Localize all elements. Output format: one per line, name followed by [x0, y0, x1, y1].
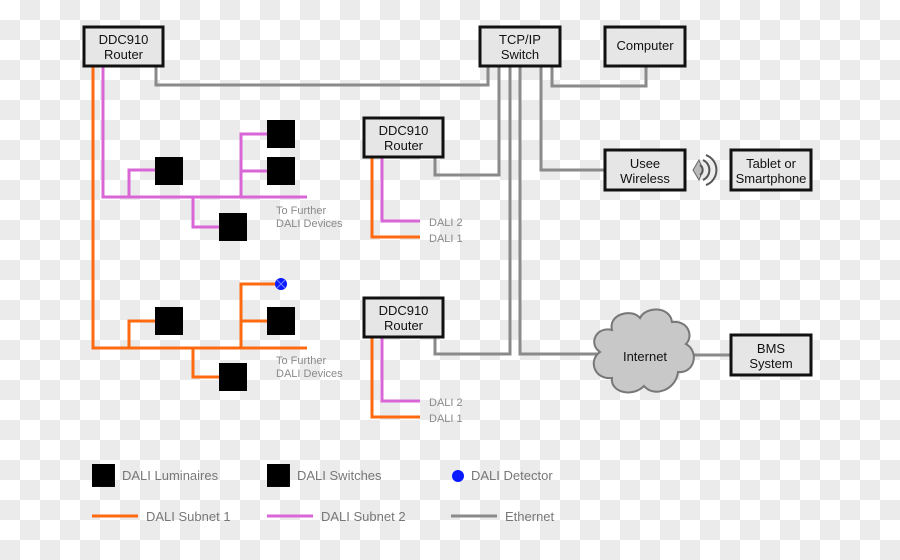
dali-network-diagram: DDC910 Router TCP/IP Switch Computer DDC… [82, 25, 813, 524]
svg-text:Smartphone: Smartphone [736, 171, 807, 186]
router2-box[interactable]: DDC910 Router [362, 116, 445, 159]
eth-router1-switch [154, 66, 490, 87]
tablet-smartphone-box[interactable]: Tablet or Smartphone [729, 148, 813, 192]
svg-text:Router: Router [104, 47, 144, 62]
svg-text:DALI Switches: DALI Switches [297, 468, 382, 483]
svg-text:Ethernet: Ethernet [505, 509, 555, 524]
svg-text:TCP/IP: TCP/IP [499, 32, 541, 47]
dali-switch[interactable] [155, 157, 183, 185]
svg-text:System: System [749, 356, 792, 371]
svg-text:DALI Subnet 2: DALI Subnet 2 [321, 509, 406, 524]
svg-text:Usee: Usee [630, 156, 660, 171]
svg-text:Computer: Computer [616, 38, 674, 53]
eth-computer-switch [550, 66, 648, 88]
dali-switch[interactable] [267, 120, 295, 148]
further-devices-label: To Further [276, 355, 326, 367]
further-devices-label: To Further [276, 205, 326, 217]
computer-box[interactable]: Computer [603, 25, 687, 68]
router3-dali2-label: DALI 2 [429, 397, 463, 409]
legend: DALI Luminaires DALI Switches DALI Detec… [92, 464, 555, 524]
router2-dali1-line [370, 157, 420, 239]
detector-legend-icon [452, 470, 464, 482]
bms-system-box[interactable]: BMS System [729, 333, 813, 377]
eth-internet-switch [518, 66, 600, 356]
switch-legend-icon [267, 464, 290, 487]
svg-text:Router: Router [384, 138, 424, 153]
router3-dali1-line [370, 337, 420, 419]
router2-dali2-label: DALI 2 [429, 217, 463, 229]
router3-dali2-line [380, 337, 420, 403]
further-devices-label: DALI Devices [276, 368, 343, 380]
svg-text:DDC910: DDC910 [379, 123, 429, 138]
dali-luminaire[interactable] [219, 363, 247, 391]
svg-text:DALI Luminaires: DALI Luminaires [122, 468, 219, 483]
wifi-icon [692, 154, 718, 186]
router1-box[interactable]: DDC910 Router [82, 25, 165, 68]
router2-dali2-line [380, 157, 420, 223]
dali-luminaire[interactable] [267, 157, 295, 185]
svg-text:Router: Router [384, 318, 424, 333]
svg-text:DALI Detector: DALI Detector [471, 468, 553, 483]
further-devices-label: DALI Devices [276, 218, 343, 230]
svg-text:DALI Subnet 1: DALI Subnet 1 [146, 509, 231, 524]
svg-text:Tablet or: Tablet or [746, 156, 797, 171]
svg-text:BMS: BMS [757, 341, 786, 356]
svg-text:DDC910: DDC910 [379, 303, 429, 318]
tcpip-switch-box[interactable]: TCP/IP Switch [478, 25, 562, 68]
router3-box[interactable]: DDC910 Router [362, 296, 445, 339]
svg-text:Switch: Switch [501, 47, 539, 62]
usee-wireless-box[interactable]: Usee Wireless [603, 148, 687, 192]
dali-luminaire[interactable] [219, 213, 247, 241]
router2-dali1-label: DALI 1 [429, 233, 463, 245]
svg-text:DDC910: DDC910 [99, 32, 149, 47]
internet-cloud[interactable]: Internet [592, 308, 695, 394]
dali-switch[interactable] [155, 307, 183, 335]
svg-text:Wireless: Wireless [620, 171, 670, 186]
svg-text:Internet: Internet [623, 349, 667, 364]
router3-dali1-label: DALI 1 [429, 413, 463, 425]
luminaire-legend-icon [92, 464, 115, 487]
dali-luminaire[interactable] [267, 307, 295, 335]
dali-detector-icon[interactable] [275, 278, 287, 290]
